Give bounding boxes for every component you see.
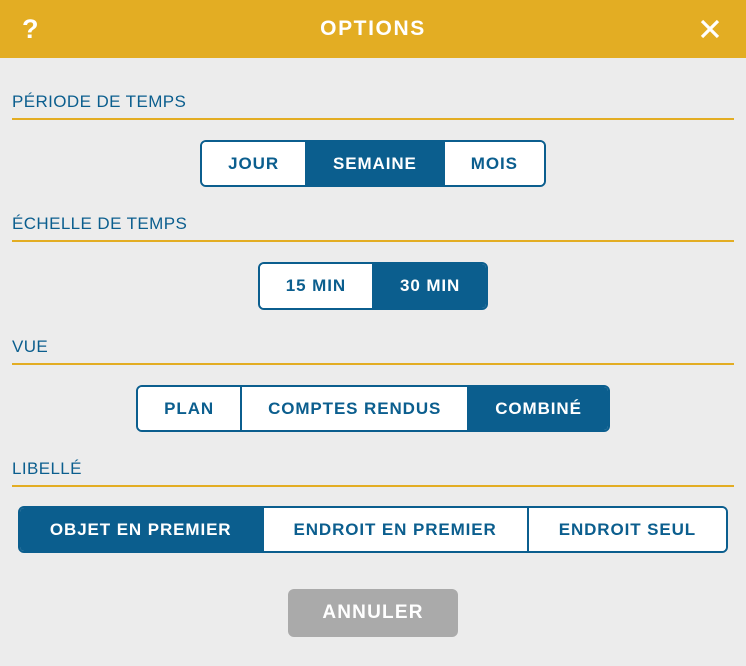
segmented-control-periode-de-temps: JOUR SEMAINE MOIS (200, 140, 546, 188)
dialog-title: OPTIONS (320, 17, 426, 40)
section-controls-echelle-de-temps: 15 MIN 30 MIN (12, 262, 734, 310)
segment-30-min[interactable]: 30 MIN (372, 264, 487, 308)
segment-semaine[interactable]: SEMAINE (305, 142, 443, 186)
section-label-echelle-de-temps: ÉCHELLE DE TEMPS (12, 214, 188, 234)
segment-endroit-seul[interactable]: ENDROIT SEUL (526, 507, 727, 551)
segment-objet-en-premier[interactable]: OBJET EN PREMIER (19, 507, 262, 551)
help-icon[interactable]: ? (22, 15, 56, 43)
section-controls-vue: PLAN COMPTES RENDUS COMBINÉ (12, 384, 734, 432)
close-icon[interactable] (692, 11, 728, 47)
section-vue: VUE PLAN COMPTES RENDUS COMBINÉ (12, 337, 734, 432)
segmented-control-echelle-de-temps: 15 MIN 30 MIN (257, 262, 489, 310)
section-periode-de-temps: PÉRIODE DE TEMPS JOUR SEMAINE MOIS (12, 92, 734, 188)
section-rule (12, 118, 734, 120)
segment-combine[interactable]: COMBINÉ (467, 386, 608, 430)
section-label-libelle: LIBELLÉ (12, 458, 82, 478)
segment-15-min[interactable]: 15 MIN (259, 264, 372, 308)
section-rule (12, 240, 734, 243)
segment-endroit-en-premier[interactable]: ENDROIT EN PREMIER (261, 507, 527, 551)
segment-comptes-rendus[interactable]: COMPTES RENDUS (240, 386, 468, 430)
segmented-control-libelle: OBJET EN PREMIER ENDROIT EN PREMIER ENDR… (17, 505, 729, 553)
dialog-footer: ANNULER (12, 589, 734, 637)
segmented-control-vue: PLAN COMPTES RENDUS COMBINÉ (136, 384, 610, 432)
segment-mois[interactable]: MOIS (442, 142, 544, 186)
dialog-body: PÉRIODE DE TEMPS JOUR SEMAINE MOIS ÉCHEL… (0, 58, 746, 666)
dialog-titlebar: ? OPTIONS (0, 0, 746, 58)
section-controls-libelle: OBJET EN PREMIER ENDROIT EN PREMIER ENDR… (12, 505, 734, 553)
section-echelle-de-temps: ÉCHELLE DE TEMPS 15 MIN 30 MIN (12, 214, 734, 310)
cancel-button[interactable]: ANNULER (288, 589, 458, 637)
section-rule (12, 362, 734, 365)
section-label-periode-de-temps: PÉRIODE DE TEMPS (12, 92, 187, 111)
segment-jour[interactable]: JOUR (202, 142, 306, 186)
section-controls-periode-de-temps: JOUR SEMAINE MOIS (12, 140, 734, 188)
segment-plan[interactable]: PLAN (138, 386, 241, 430)
section-libelle: LIBELLÉ OBJET EN PREMIER ENDROIT EN PREM… (12, 459, 734, 553)
section-label-vue: VUE (12, 336, 49, 356)
section-rule (12, 484, 734, 487)
options-dialog: ? OPTIONS PÉRIODE DE TEMPS JOUR SEMAINE … (0, 0, 746, 666)
